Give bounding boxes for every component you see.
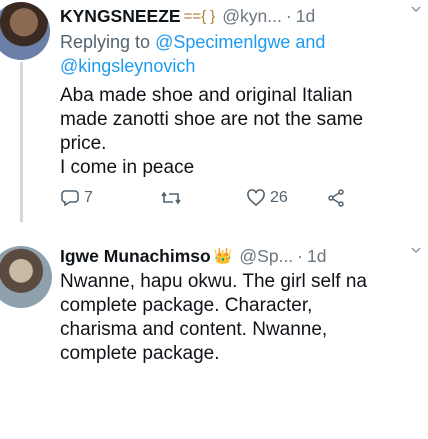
display-name[interactable]: Igwe Munachimso [60, 246, 211, 267]
heart-icon [246, 188, 266, 208]
tweet-header: KYNGSNEEZE =={ } @kyn... · 1d [60, 4, 428, 28]
retweet-icon [160, 188, 182, 208]
separator-dot: · [285, 5, 292, 26]
tweet-text-line: charisma and content. Nwanne, [60, 319, 328, 340]
tweet[interactable]: Igwe Munachimso 👑 @Sp... · 1d Nwanne, ha… [0, 218, 428, 439]
tweet-text-line: complete package. Character, [60, 295, 313, 316]
tweet-text-line: I come in peace [60, 157, 195, 178]
timestamp[interactable]: 1d [307, 246, 326, 267]
tweet[interactable]: KYNGSNEEZE =={ } @kyn... · 1d Replying t… [0, 0, 428, 222]
reply-button[interactable]: 7 [60, 188, 160, 208]
tweet-text: Nwanne, hapu okwu. The girl self na comp… [60, 270, 428, 366]
like-count: 26 [270, 189, 288, 206]
tweet-text-line: made zanotti shoe are not the same [60, 109, 364, 130]
tweet-actions: 7 26 [60, 186, 360, 210]
tweet-text-line: price. [60, 133, 107, 154]
display-name[interactable]: KYNGSNEEZE [60, 6, 181, 27]
reply-icon [60, 188, 80, 208]
share-icon [326, 188, 346, 208]
reply-count: 7 [84, 189, 93, 206]
chevron-down-icon[interactable] [410, 244, 422, 259]
chevron-down-icon[interactable] [410, 3, 422, 18]
tweet-text: Aba made shoe and original Italian made … [60, 84, 428, 180]
name-emoji: 👑 [213, 248, 233, 265]
user-handle[interactable]: @Sp... [239, 246, 293, 267]
share-button[interactable] [326, 188, 346, 208]
tweet-text-line: Nwanne, hapu okwu. The girl self na [60, 271, 367, 292]
avatar[interactable] [0, 2, 50, 60]
tweet-text-line: Aba made shoe and original Italian [60, 85, 353, 106]
user-handle[interactable]: @kyn... [222, 6, 282, 27]
tweet-text-line: complete package. [60, 343, 220, 364]
separator-dot: · [297, 245, 303, 266]
tweet-header: Igwe Munachimso 👑 @Sp... · 1d [60, 244, 428, 268]
replying-to: Replying to @Specimenlgwe and @kingsleyn… [60, 30, 428, 78]
thread-line [20, 62, 23, 222]
retweet-button[interactable] [160, 188, 246, 208]
like-button[interactable]: 26 [246, 188, 326, 208]
name-emoji: =={ } [183, 7, 216, 25]
avatar[interactable] [0, 246, 52, 308]
timestamp[interactable]: 1d [296, 6, 315, 27]
replying-prefix: Replying to [60, 32, 151, 52]
